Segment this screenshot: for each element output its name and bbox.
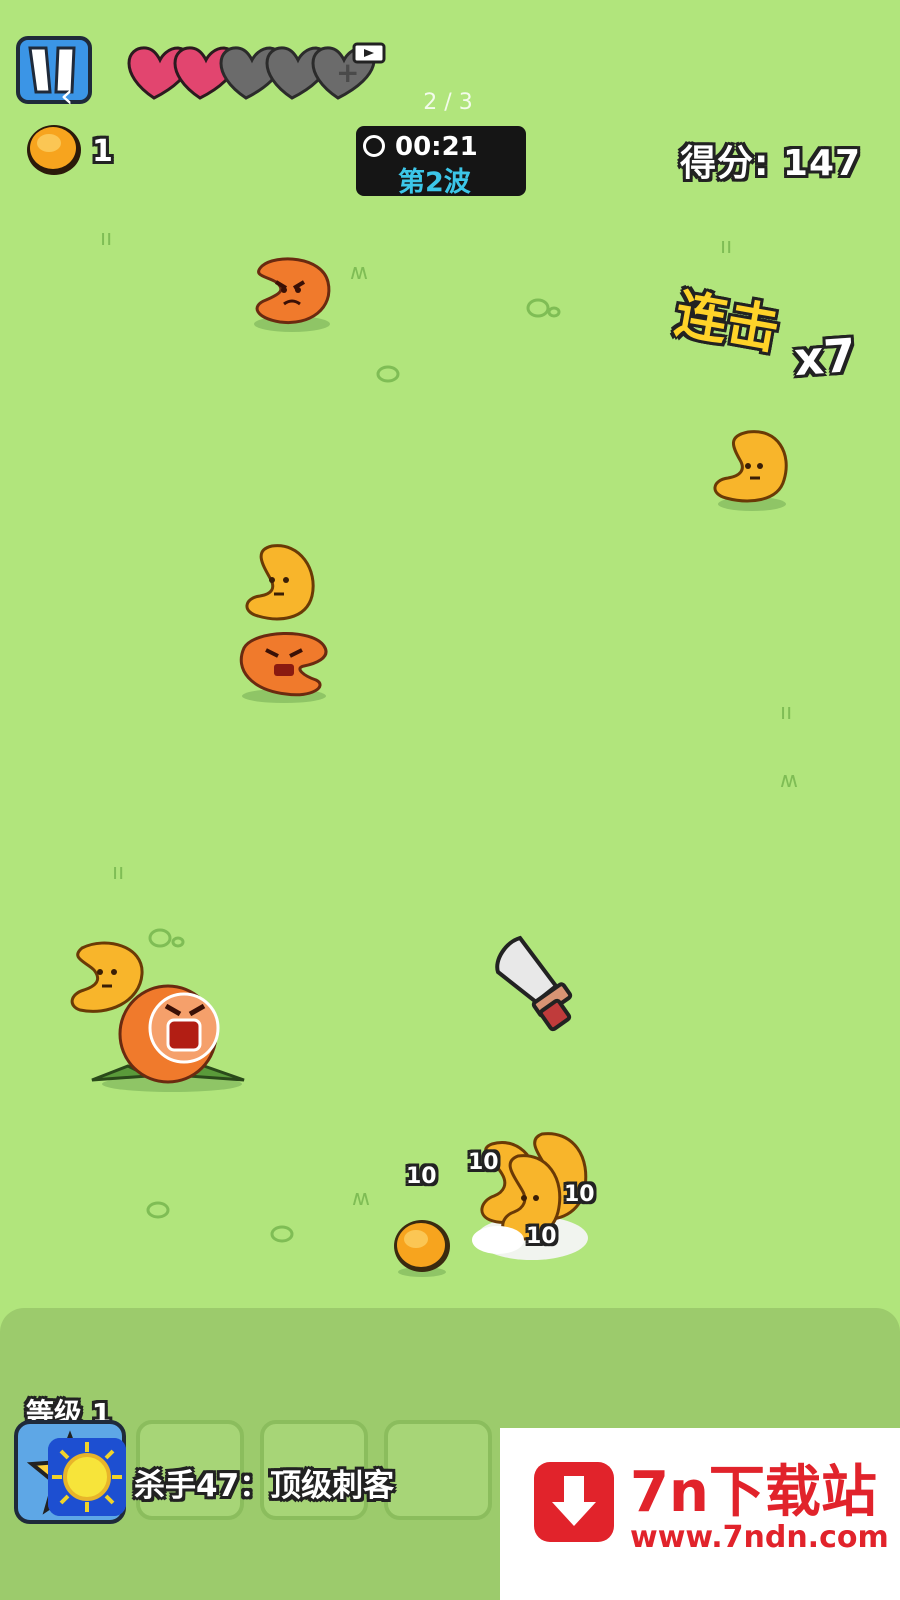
grass-tuft: ıı [780, 700, 793, 725]
pebble-icon [376, 365, 400, 383]
grass-tuft: ıı [100, 226, 113, 251]
angry-orange-boss-enemy [91, 984, 245, 1092]
grass-tuft: ʍ [780, 768, 798, 793]
damage-number: 10 [468, 1150, 499, 1175]
combo-label: 连击 [670, 284, 784, 362]
pebble-icon [146, 1201, 170, 1219]
timer-text: 00:21 [395, 132, 478, 162]
download-icon [534, 1462, 614, 1542]
watermark-title: 7n下载站 [630, 1460, 877, 1525]
lives-bar: + [124, 40, 394, 108]
app-icon [48, 1438, 126, 1516]
app-title: 杀手47：顶级刺客 [134, 1468, 395, 1504]
coin-icon[interactable] [390, 1218, 454, 1280]
pebble-icon [270, 1225, 294, 1243]
page-indicator: 2 / 3 [423, 90, 473, 115]
score-label: 得分: 147 [680, 143, 862, 184]
coin-icon [24, 122, 84, 182]
angry-orange-bean-enemy [254, 257, 331, 332]
grass-tuft: ʍ [352, 1186, 370, 1211]
combo-count: x7 [792, 327, 858, 387]
yellow-bean-enemy [713, 430, 788, 511]
knife-icon [495, 935, 573, 1032]
wave-label: 第2波 [398, 167, 471, 198]
pebble-icon [526, 298, 561, 318]
yellow-bean-enemy [245, 544, 315, 621]
video-ad-icon [352, 42, 386, 64]
empty-skill-slot[interactable] [384, 1420, 492, 1520]
back-arrow-icon[interactable]: ‹ [60, 79, 88, 113]
grass-tuft: ıı [112, 860, 125, 885]
grass-tuft: ıı [720, 234, 733, 259]
pebble-icon [148, 928, 185, 948]
clock-icon [363, 135, 385, 157]
hearts-svg: + [127, 42, 386, 100]
coin-count: 1 [92, 134, 113, 169]
angry-orange-bean-enemy [239, 631, 328, 703]
watermark-url: www.7ndn.com [630, 1520, 889, 1555]
damage-number: 10 [406, 1164, 437, 1189]
grass-tuft: ʍ [350, 260, 368, 285]
damage-number: 10 [526, 1224, 557, 1249]
damage-number: 10 [564, 1182, 595, 1207]
